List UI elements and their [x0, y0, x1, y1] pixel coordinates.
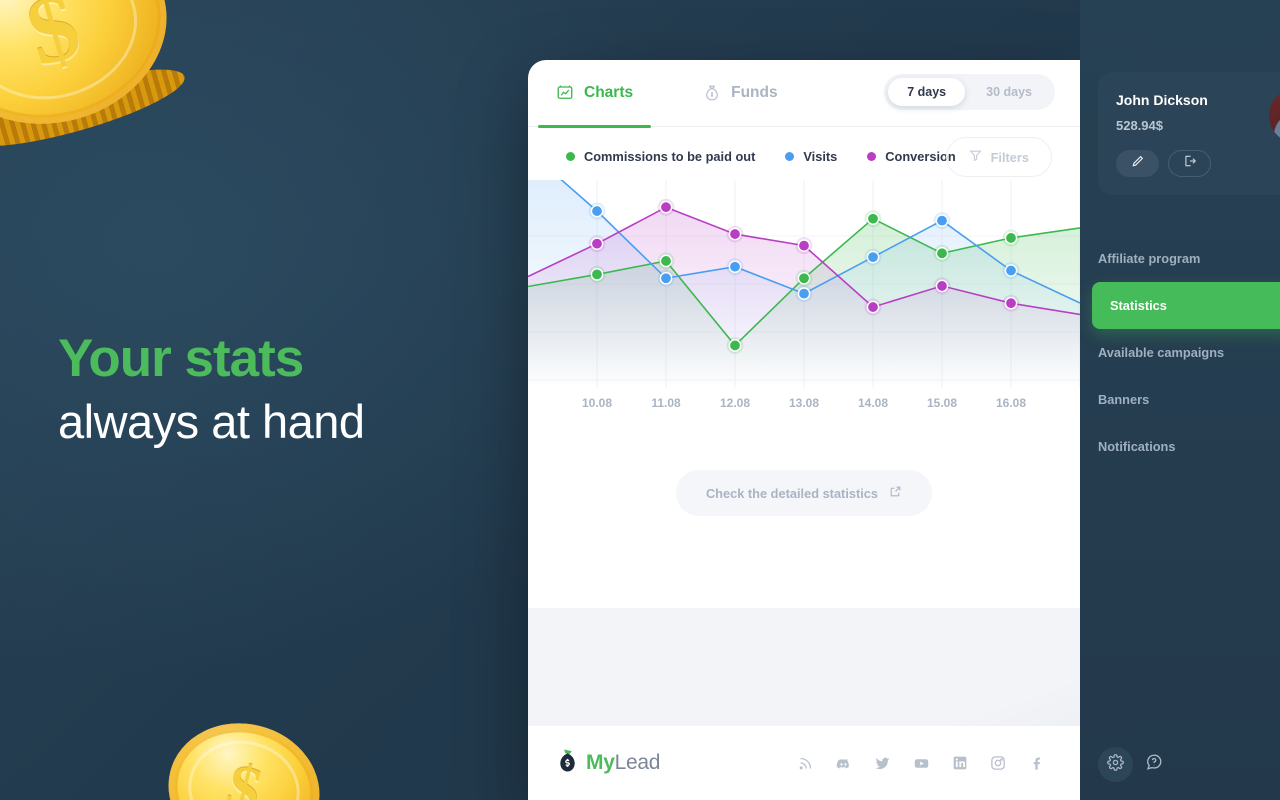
chart-point[interactable] — [935, 279, 949, 293]
x-axis-label: 15.08 — [926, 396, 958, 410]
legend-label-commissions: Commissions to be paid out — [584, 149, 756, 164]
logout-button[interactable] — [1168, 150, 1211, 177]
hero-line-2: always at hand — [58, 395, 365, 449]
chart-point[interactable] — [866, 300, 880, 314]
linkedin-icon[interactable] — [952, 755, 968, 771]
chart-point[interactable] — [866, 212, 880, 226]
sidebar-bottom-actions — [1098, 747, 1163, 782]
chart-icon — [556, 84, 574, 102]
tab-bar: Charts Funds 7 days 30 days — [528, 60, 1080, 128]
tab-funds[interactable]: Funds — [703, 60, 778, 127]
pencil-icon — [1131, 154, 1145, 173]
legend-dot-visits — [785, 152, 795, 161]
range-option-7-days[interactable]: 7 days — [888, 78, 966, 106]
tab-charts[interactable]: Charts — [537, 60, 652, 128]
chart-point[interactable] — [935, 214, 949, 227]
chart-point[interactable] — [728, 339, 742, 352]
chart-point[interactable] — [659, 254, 673, 268]
chart-point[interactable] — [1004, 296, 1018, 310]
discord-icon[interactable] — [835, 755, 852, 772]
chart-point[interactable] — [797, 271, 811, 285]
right-sidebar: John Dickson 528.94$ Affiliate program St… — [1080, 0, 1280, 800]
range-toggle[interactable]: 7 days 30 days — [884, 74, 1055, 110]
x-axis-label: 11.08 — [651, 396, 681, 410]
profile-name: John Dickson — [1116, 92, 1208, 108]
rss-icon[interactable] — [798, 756, 813, 771]
funnel-icon — [969, 149, 982, 165]
filters-label: Filters — [990, 149, 1029, 165]
chart-point[interactable] — [866, 250, 880, 264]
sidebar-item-banners[interactable]: Banners — [1098, 376, 1280, 423]
money-bag-icon — [703, 84, 721, 102]
hero-heading: Your stats always at hand — [58, 330, 365, 452]
mylead-logo[interactable]: MyLead — [556, 748, 660, 778]
legend-item-commissions[interactable]: Commissions to be paid out — [566, 149, 755, 164]
chart-point[interactable] — [935, 246, 949, 260]
legend-item-visits[interactable]: Visits — [785, 149, 837, 164]
cta-row: Check the detailed statistics — [528, 470, 1080, 516]
legend-dot-conversion — [867, 152, 877, 161]
gear-icon — [1107, 753, 1124, 776]
sidebar-item-statistics[interactable]: Statistics — [1092, 282, 1280, 329]
sidebar-item-notifications[interactable]: Notifications — [1098, 423, 1280, 470]
chart-point[interactable] — [659, 200, 673, 214]
profile-actions — [1116, 150, 1280, 177]
hero-line-1: Your stats — [58, 329, 304, 388]
x-axis-label: 13.08 — [788, 396, 820, 410]
logo-lead: Lead — [614, 751, 661, 774]
legend-dot-commissions — [566, 152, 575, 161]
external-link-icon — [889, 485, 902, 501]
chart-legend: Commissions to be paid out Visits Conver… — [528, 127, 1080, 177]
sidebar-item-affiliate-program[interactable]: Affiliate program — [1098, 235, 1280, 282]
sidebar-item-available-campaigns[interactable]: Available campaigns — [1098, 329, 1280, 376]
chart-point[interactable] — [659, 271, 673, 285]
chart-point[interactable] — [728, 260, 742, 274]
profile-balance: 528.94$ — [1116, 118, 1163, 133]
sidebar-menu: Affiliate program Statistics Available cam… — [1080, 235, 1280, 470]
chart-point[interactable] — [590, 237, 604, 250]
chart-point[interactable] — [797, 287, 811, 300]
chart-point[interactable] — [590, 268, 604, 281]
detailed-statistics-label: Check the detailed statistics — [705, 485, 879, 501]
range-option-30-days[interactable]: 30 days — [967, 78, 1051, 106]
legend-item-conversion[interactable]: Conversion — [867, 149, 956, 164]
chart-point[interactable] — [1004, 231, 1018, 245]
chart-point[interactable] — [590, 204, 604, 218]
youtube-icon[interactable] — [913, 755, 930, 772]
app-window: Charts Funds 7 days 30 days Commissions … — [528, 60, 1080, 800]
x-axis-label: 12.08 — [719, 396, 751, 410]
legend-label-visits: Visits — [803, 149, 838, 164]
filters-button[interactable]: Filters — [945, 137, 1052, 177]
social-links — [798, 755, 1044, 772]
facebook-icon[interactable] — [1028, 755, 1044, 771]
tab-charts-label: Charts — [584, 84, 634, 101]
chart-point[interactable] — [797, 239, 811, 252]
money-bag-icon — [556, 748, 579, 778]
x-axis-label: 16.08 — [995, 396, 1027, 410]
edit-profile-button[interactable] — [1116, 150, 1159, 177]
settings-button[interactable] — [1098, 747, 1133, 782]
chart-area: 10.08 11.08 12.08 13.08 14.08 15.08 16.08 — [528, 180, 1080, 430]
line-chart[interactable] — [528, 180, 1080, 395]
app-footer: MyLead — [528, 726, 1080, 800]
detailed-statistics-button[interactable]: Check the detailed statistics — [675, 470, 933, 516]
twitter-icon[interactable] — [874, 755, 891, 772]
profile-card: John Dickson 528.94$ — [1098, 72, 1280, 195]
tab-funds-label: Funds — [731, 84, 778, 101]
question-chat-icon — [1145, 753, 1163, 776]
help-button[interactable] — [1145, 753, 1163, 776]
chart-point[interactable] — [1004, 264, 1018, 277]
instagram-icon[interactable] — [990, 755, 1006, 771]
chart-point[interactable] — [728, 227, 742, 241]
logout-icon — [1183, 154, 1197, 173]
logo-my: My — [586, 751, 615, 774]
x-axis-label: 10.08 — [581, 396, 613, 410]
x-axis-label: 14.08 — [857, 396, 889, 410]
